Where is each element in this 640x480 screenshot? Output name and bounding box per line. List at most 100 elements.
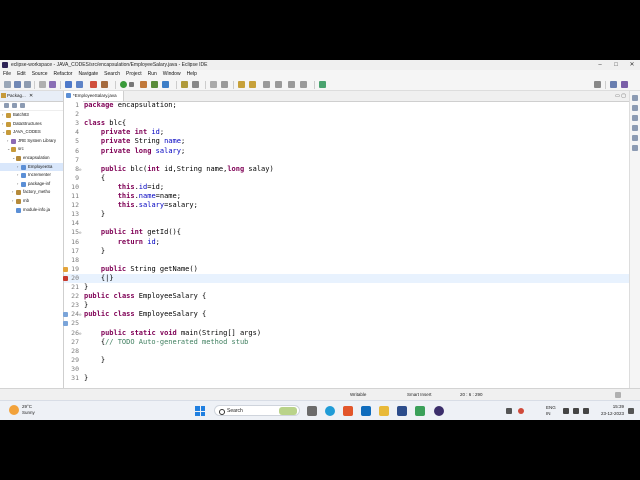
photoshop-icon[interactable] [397, 406, 407, 416]
expand-arrow-icon[interactable]: › [2, 111, 3, 120]
perspective-debug-icon[interactable] [621, 81, 628, 88]
language-indicator[interactable]: ENG IN [546, 405, 556, 417]
code-line[interactable]: 9 { [64, 174, 629, 183]
code-line[interactable]: 8 ⊖ public blc(int id,String name,long sa… [64, 165, 629, 174]
tree-item[interactable]: › Batch83 [0, 111, 63, 120]
save-all-icon[interactable] [24, 81, 31, 88]
battery-icon[interactable] [583, 408, 589, 414]
code-line[interactable]: 24 ⊖ public class EmployeeSalary { [63, 310, 629, 319]
notification-icon[interactable] [628, 408, 634, 414]
expand-arrow-icon[interactable]: ⌄ [12, 154, 15, 163]
tree-item[interactable]: ⌄ JAVA_CODES [0, 128, 63, 137]
expand-arrow-icon[interactable]: ⌄ [7, 145, 10, 154]
code-line[interactable]: 12 this.salary=salary; [64, 201, 629, 210]
new-class-icon[interactable] [162, 81, 169, 88]
menu-help[interactable]: Help [187, 70, 197, 79]
save-icon[interactable] [14, 81, 21, 88]
collapse-all-icon[interactable] [4, 103, 9, 108]
code-line[interactable]: 19 public String getName() [63, 265, 629, 274]
expand-arrow-icon[interactable]: › [17, 163, 18, 172]
code-line[interactable]: 21} [64, 283, 629, 292]
link-editor-icon[interactable] [12, 103, 17, 108]
code-line[interactable]: 1 package encapsulation; [64, 101, 629, 110]
tree-item[interactable]: › DataStructures [0, 120, 63, 129]
file-explorer-icon[interactable] [379, 406, 389, 416]
view-menu-icon[interactable] [20, 103, 25, 108]
minimize-editor-icon[interactable]: ▭ ▢ [615, 93, 626, 99]
fold-toggle-icon[interactable]: ⊖ [79, 310, 81, 319]
code-line[interactable]: 18 [64, 256, 629, 265]
weather-widget[interactable]: 29°C Sunny [22, 404, 35, 416]
tree-item[interactable]: › JRE System Library [0, 137, 63, 146]
package-explorer-tab[interactable]: Packag... ✕ [0, 91, 63, 102]
menu-edit[interactable]: Edit [17, 70, 26, 79]
console-icon[interactable] [632, 145, 638, 151]
tree-item[interactable]: › mb [0, 197, 63, 206]
search-icon[interactable] [594, 81, 601, 88]
tree-item[interactable]: › Incrementer [0, 171, 63, 180]
tray-app-icon[interactable] [518, 408, 524, 414]
editor-tab-employeesalary[interactable]: *EmployeeSalary.java [64, 91, 124, 101]
new-java-project-icon[interactable] [140, 81, 147, 88]
problems-icon[interactable] [632, 115, 638, 121]
forward-icon[interactable] [288, 81, 295, 88]
search-tool-icon[interactable] [192, 81, 199, 88]
menu-file[interactable]: File [3, 70, 11, 79]
expand-arrow-icon[interactable]: › [17, 180, 18, 189]
store-app-icon[interactable] [415, 406, 425, 416]
system-clock[interactable]: 15:39 23-12-2023 [600, 404, 624, 417]
expand-arrow-icon[interactable]: › [2, 120, 3, 129]
eclipse-taskbar-icon[interactable] [434, 406, 444, 416]
external-tools-icon[interactable] [101, 81, 108, 88]
code-line[interactable]: 26 ⊖ public static void main(String[] arg… [64, 329, 629, 338]
open-perspective-icon[interactable] [319, 81, 326, 88]
code-line[interactable]: 23} [64, 301, 629, 310]
brave-browser-icon[interactable] [343, 406, 353, 416]
code-line[interactable]: 20 {|} [63, 273, 629, 283]
chevron-up-icon[interactable] [506, 408, 512, 414]
minimize-button[interactable]: – [592, 60, 608, 70]
expand-arrow-icon[interactable]: › [12, 197, 13, 206]
code-line[interactable]: 22 public class EmployeeSalary { [64, 292, 629, 301]
print-icon[interactable] [39, 81, 46, 88]
code-line[interactable]: 29 } [64, 356, 629, 365]
menu-refactor[interactable]: Refactor [54, 70, 73, 79]
back-icon[interactable] [275, 81, 282, 88]
word-wrap-icon[interactable] [221, 81, 228, 88]
perspective-java-icon[interactable] [610, 81, 617, 88]
fold-toggle-icon[interactable]: ⊖ [79, 228, 81, 237]
close-icon[interactable]: ✕ [29, 91, 33, 101]
code-line[interactable]: 17 } [64, 247, 629, 256]
taskbar-search-box[interactable]: Search [214, 405, 300, 416]
code-line[interactable]: 25 [63, 319, 629, 328]
menu-project[interactable]: Project [126, 70, 142, 79]
code-line[interactable]: 3 class blc{ [64, 119, 629, 128]
run-icon[interactable] [120, 81, 127, 88]
code-line[interactable]: 30 [64, 365, 629, 374]
outlook-icon[interactable] [361, 406, 371, 416]
task-list-icon[interactable] [632, 105, 638, 111]
run-dropdown-icon[interactable] [129, 82, 134, 87]
expand-arrow-icon[interactable]: › [7, 137, 8, 146]
code-line[interactable]: 6 private long salary; [64, 147, 629, 156]
code-line[interactable]: 10 this.id=id; [64, 183, 629, 192]
code-line[interactable]: 7 [64, 156, 629, 165]
close-window-button[interactable]: ✕ [624, 60, 640, 70]
code-line[interactable]: 2 [64, 110, 629, 119]
code-line[interactable]: 27 {// TODO Auto-generated method stub [64, 338, 629, 347]
tree-item[interactable]: › package-inf [0, 180, 63, 189]
menu-run[interactable]: Run [148, 70, 157, 79]
prev-annotation-icon[interactable] [249, 81, 256, 88]
code-line[interactable]: 4 private int id; [64, 128, 629, 137]
new-package-icon[interactable] [151, 81, 158, 88]
maximize-button[interactable]: □ [608, 60, 624, 70]
tree-item[interactable]: › EmployeeSa [0, 162, 63, 172]
expand-arrow-icon[interactable]: ⌄ [2, 128, 5, 137]
open-type-icon[interactable] [181, 81, 188, 88]
code-line[interactable]: 11 this.name=name; [64, 192, 629, 201]
progress-icon[interactable] [615, 392, 621, 398]
code-line[interactable]: 5 private String name; [64, 137, 629, 146]
code-line[interactable]: 16 return id; [64, 238, 629, 247]
toggle-mark-icon[interactable] [210, 81, 217, 88]
code-line[interactable]: 31} [64, 374, 629, 383]
